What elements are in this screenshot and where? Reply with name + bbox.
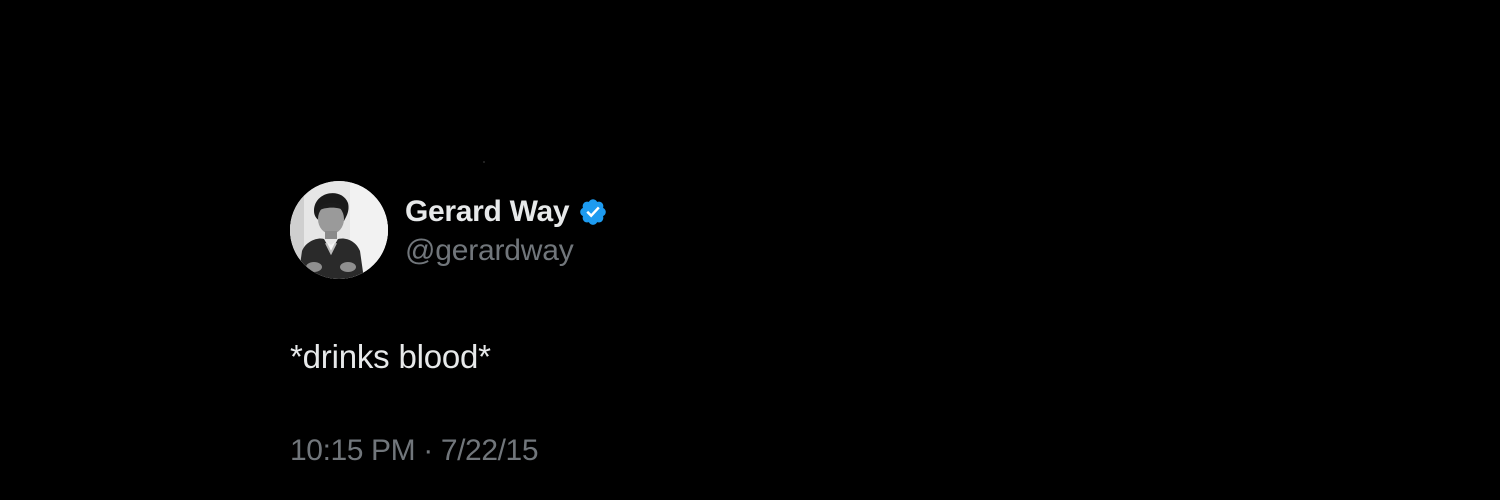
verified-badge-icon (578, 197, 608, 227)
display-name[interactable]: Gerard Way (405, 195, 570, 229)
avatar-photo-icon (290, 181, 388, 279)
background-speck (483, 161, 485, 163)
avatar[interactable] (290, 181, 388, 279)
tweet-date: 7/22/15 (440, 434, 539, 467)
meta-separator: · (423, 434, 433, 467)
tweet-text: *drinks blood* (290, 338, 491, 375)
author-names: Gerard Way @gerardway (405, 181, 608, 279)
tweet-time: 10:15 PM (290, 434, 416, 467)
tweet-timestamp[interactable]: 10:15 PM · 7/22/15 (290, 433, 990, 469)
tweet-header: Gerard Way @gerardway (290, 181, 990, 279)
author-handle[interactable]: @gerardway (405, 234, 608, 268)
tweet-card: Gerard Way @gerardway *drinks blood* 10:… (290, 181, 990, 469)
name-row: Gerard Way (405, 192, 608, 232)
